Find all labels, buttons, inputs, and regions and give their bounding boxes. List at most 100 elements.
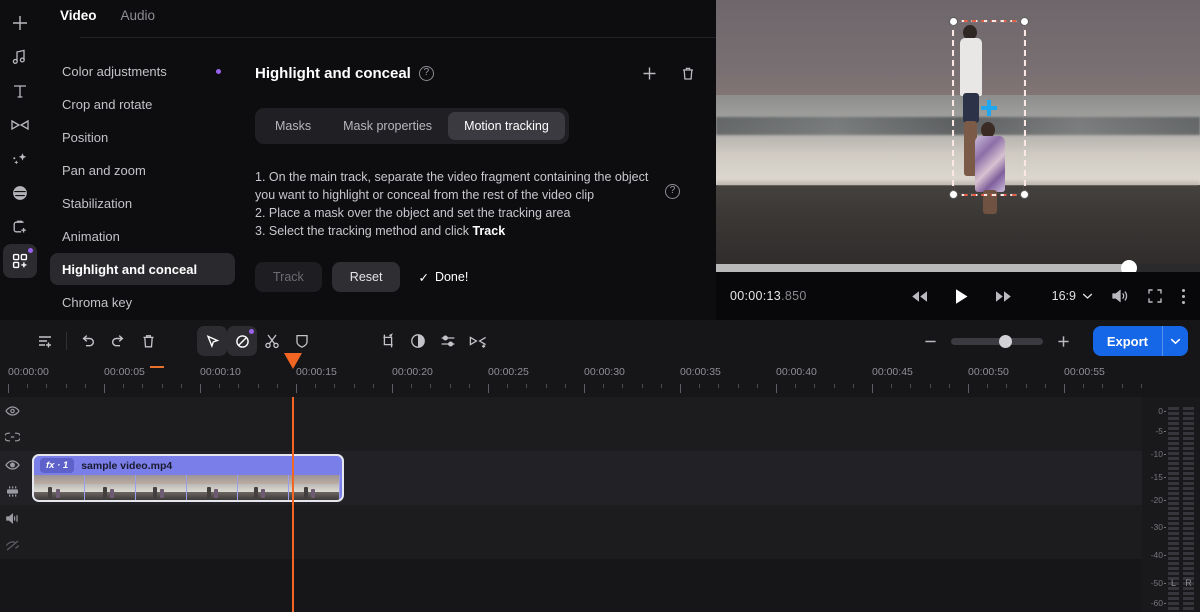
preview-seekbar[interactable]: [716, 260, 1200, 276]
timeline-playhead[interactable]: [284, 353, 302, 612]
undo-icon[interactable]: [73, 326, 103, 356]
delete-mask-icon[interactable]: [680, 65, 696, 82]
more-tools-icon[interactable]: [3, 244, 37, 278]
timecode-main: 00:00:13: [730, 289, 782, 303]
audio-meter-segment: [1183, 437, 1194, 440]
status-badge: ✓ Done!: [418, 270, 468, 285]
track-body-overlay[interactable]: [24, 397, 1200, 451]
zoom-out-button[interactable]: [922, 333, 939, 350]
add-media-icon[interactable]: [3, 6, 37, 40]
mask-center-crosshair-icon[interactable]: [981, 100, 997, 116]
tracking-mask-rectangle[interactable]: [949, 17, 1029, 199]
mask-handle-bottom-right[interactable]: [1020, 190, 1029, 199]
tab-masks[interactable]: Masks: [259, 112, 327, 140]
mute-icon[interactable]: [5, 539, 20, 552]
audio-meter-segment: [1183, 432, 1194, 435]
mask-handle-top-left[interactable]: [949, 17, 958, 26]
audio-meter-scale-tick: [1164, 583, 1166, 584]
clip-thumbnail: [136, 475, 187, 500]
sidebar-item-animation[interactable]: Animation: [50, 220, 235, 252]
tab-motion-tracking[interactable]: Motion tracking: [448, 112, 565, 140]
audio-icon[interactable]: [3, 40, 37, 74]
ruler-tick-minor: [507, 384, 509, 388]
audio-meter-scale-tick: [1164, 527, 1166, 528]
keyframe-icon[interactable]: [5, 485, 20, 498]
tab-video[interactable]: Video: [60, 8, 97, 23]
sidebar-item-chroma-key[interactable]: Chroma key: [50, 286, 235, 318]
ruler-label: 00:00:15: [296, 366, 337, 378]
mask-handle-bottom-left[interactable]: [949, 190, 958, 199]
instructions-help-icon[interactable]: ?: [665, 184, 680, 199]
sidebar-item-color-adjustments[interactable]: Color adjustments: [50, 55, 235, 87]
add-track-icon[interactable]: [30, 326, 60, 356]
aspect-ratio-select[interactable]: 16:9: [1052, 289, 1093, 303]
sidebar-item-stabilization[interactable]: Stabilization: [50, 187, 235, 219]
volume-icon[interactable]: [1111, 288, 1129, 304]
select-tool-icon[interactable]: [197, 326, 227, 356]
delete-icon[interactable]: [133, 326, 163, 356]
clip-thumbnail: [187, 475, 238, 500]
audio-meter-segment: [1168, 522, 1179, 525]
help-icon[interactable]: ?: [418, 65, 434, 81]
audio-meter-segment: [1183, 602, 1194, 605]
ruler-label: 00:00:05: [104, 366, 145, 378]
zoom-slider[interactable]: [951, 334, 1043, 348]
left-icon-rail: [0, 0, 40, 320]
stickers-icon[interactable]: [3, 210, 37, 244]
export-chevron-down-icon[interactable]: [1162, 326, 1188, 356]
transition-icon[interactable]: [463, 326, 493, 356]
redo-icon[interactable]: [103, 326, 133, 356]
sidebar-item-pan-and-zoom[interactable]: Pan and zoom: [50, 154, 235, 186]
sidebar-item-crop-and-rotate[interactable]: Crop and rotate: [50, 88, 235, 120]
ruler-tick-minor: [219, 384, 221, 388]
timeline-ruler[interactable]: 00:00:00 00:00:05 00:00:10 00:00:15 00:00:20…: [0, 362, 1200, 397]
effects-icon[interactable]: [3, 142, 37, 176]
export-button[interactable]: Export: [1092, 326, 1188, 356]
play-button[interactable]: [954, 288, 969, 305]
tab-mask-properties[interactable]: Mask properties: [327, 112, 448, 140]
crop-icon[interactable]: [373, 326, 403, 356]
link-icon[interactable]: [4, 431, 20, 443]
cut-tool-icon[interactable]: [257, 326, 287, 356]
audio-meter-scale-label: -10: [1150, 449, 1163, 459]
timeline-clip[interactable]: fx · 1 sample video.mp4: [32, 454, 344, 502]
transitions-icon[interactable]: [3, 108, 37, 142]
zoom-slider-handle[interactable]: [999, 334, 1012, 348]
ruler-tick-minor: [603, 384, 605, 388]
filters-icon[interactable]: [3, 176, 37, 210]
category-label: Pan and zoom: [62, 162, 146, 178]
mask-tool-icon[interactable]: [227, 326, 257, 356]
mask-handle-top-right[interactable]: [1020, 17, 1029, 26]
adjust-icon[interactable]: [433, 326, 463, 356]
marker-tool-icon[interactable]: [287, 326, 317, 356]
add-mask-icon[interactable]: [641, 65, 658, 82]
ruler-label: 00:00:00: [8, 366, 49, 378]
audio-meter-segment: [1168, 562, 1179, 565]
audio-meter-segment: [1168, 447, 1179, 450]
eye-icon[interactable]: [4, 459, 20, 471]
track-button[interactable]: Track: [255, 262, 322, 292]
color-icon[interactable]: [403, 326, 433, 356]
ruler-tick-major: [776, 384, 777, 393]
toolbar-separator: [66, 332, 67, 350]
tab-audio[interactable]: Audio: [121, 8, 156, 23]
clip-fx-badge[interactable]: fx · 1: [40, 458, 75, 473]
zoom-in-button[interactable]: [1055, 333, 1072, 350]
fullscreen-icon[interactable]: [1147, 288, 1163, 304]
audio-meter-segment: [1183, 542, 1194, 545]
track-body-audio[interactable]: [24, 505, 1200, 559]
track-body-main[interactable]: fx · 1 sample video.mp4: [24, 451, 1200, 505]
more-options-icon[interactable]: [1181, 288, 1186, 305]
rewind-button[interactable]: [911, 290, 928, 303]
video-canvas[interactable]: [716, 0, 1200, 265]
eye-icon[interactable]: [4, 405, 20, 417]
aspect-ratio-value: 16:9: [1051, 289, 1076, 303]
volume-icon[interactable]: [5, 512, 20, 525]
titles-icon[interactable]: [3, 74, 37, 108]
sidebar-item-highlight-and-conceal[interactable]: Highlight and conceal: [50, 253, 235, 285]
fast-forward-button[interactable]: [995, 290, 1012, 303]
sidebar-item-position[interactable]: Position: [50, 121, 235, 153]
instruction-step-2: 2. Place a mask over the object and set …: [255, 206, 571, 220]
reset-button[interactable]: Reset: [331, 262, 401, 292]
ruler-tick-minor: [1121, 384, 1123, 388]
